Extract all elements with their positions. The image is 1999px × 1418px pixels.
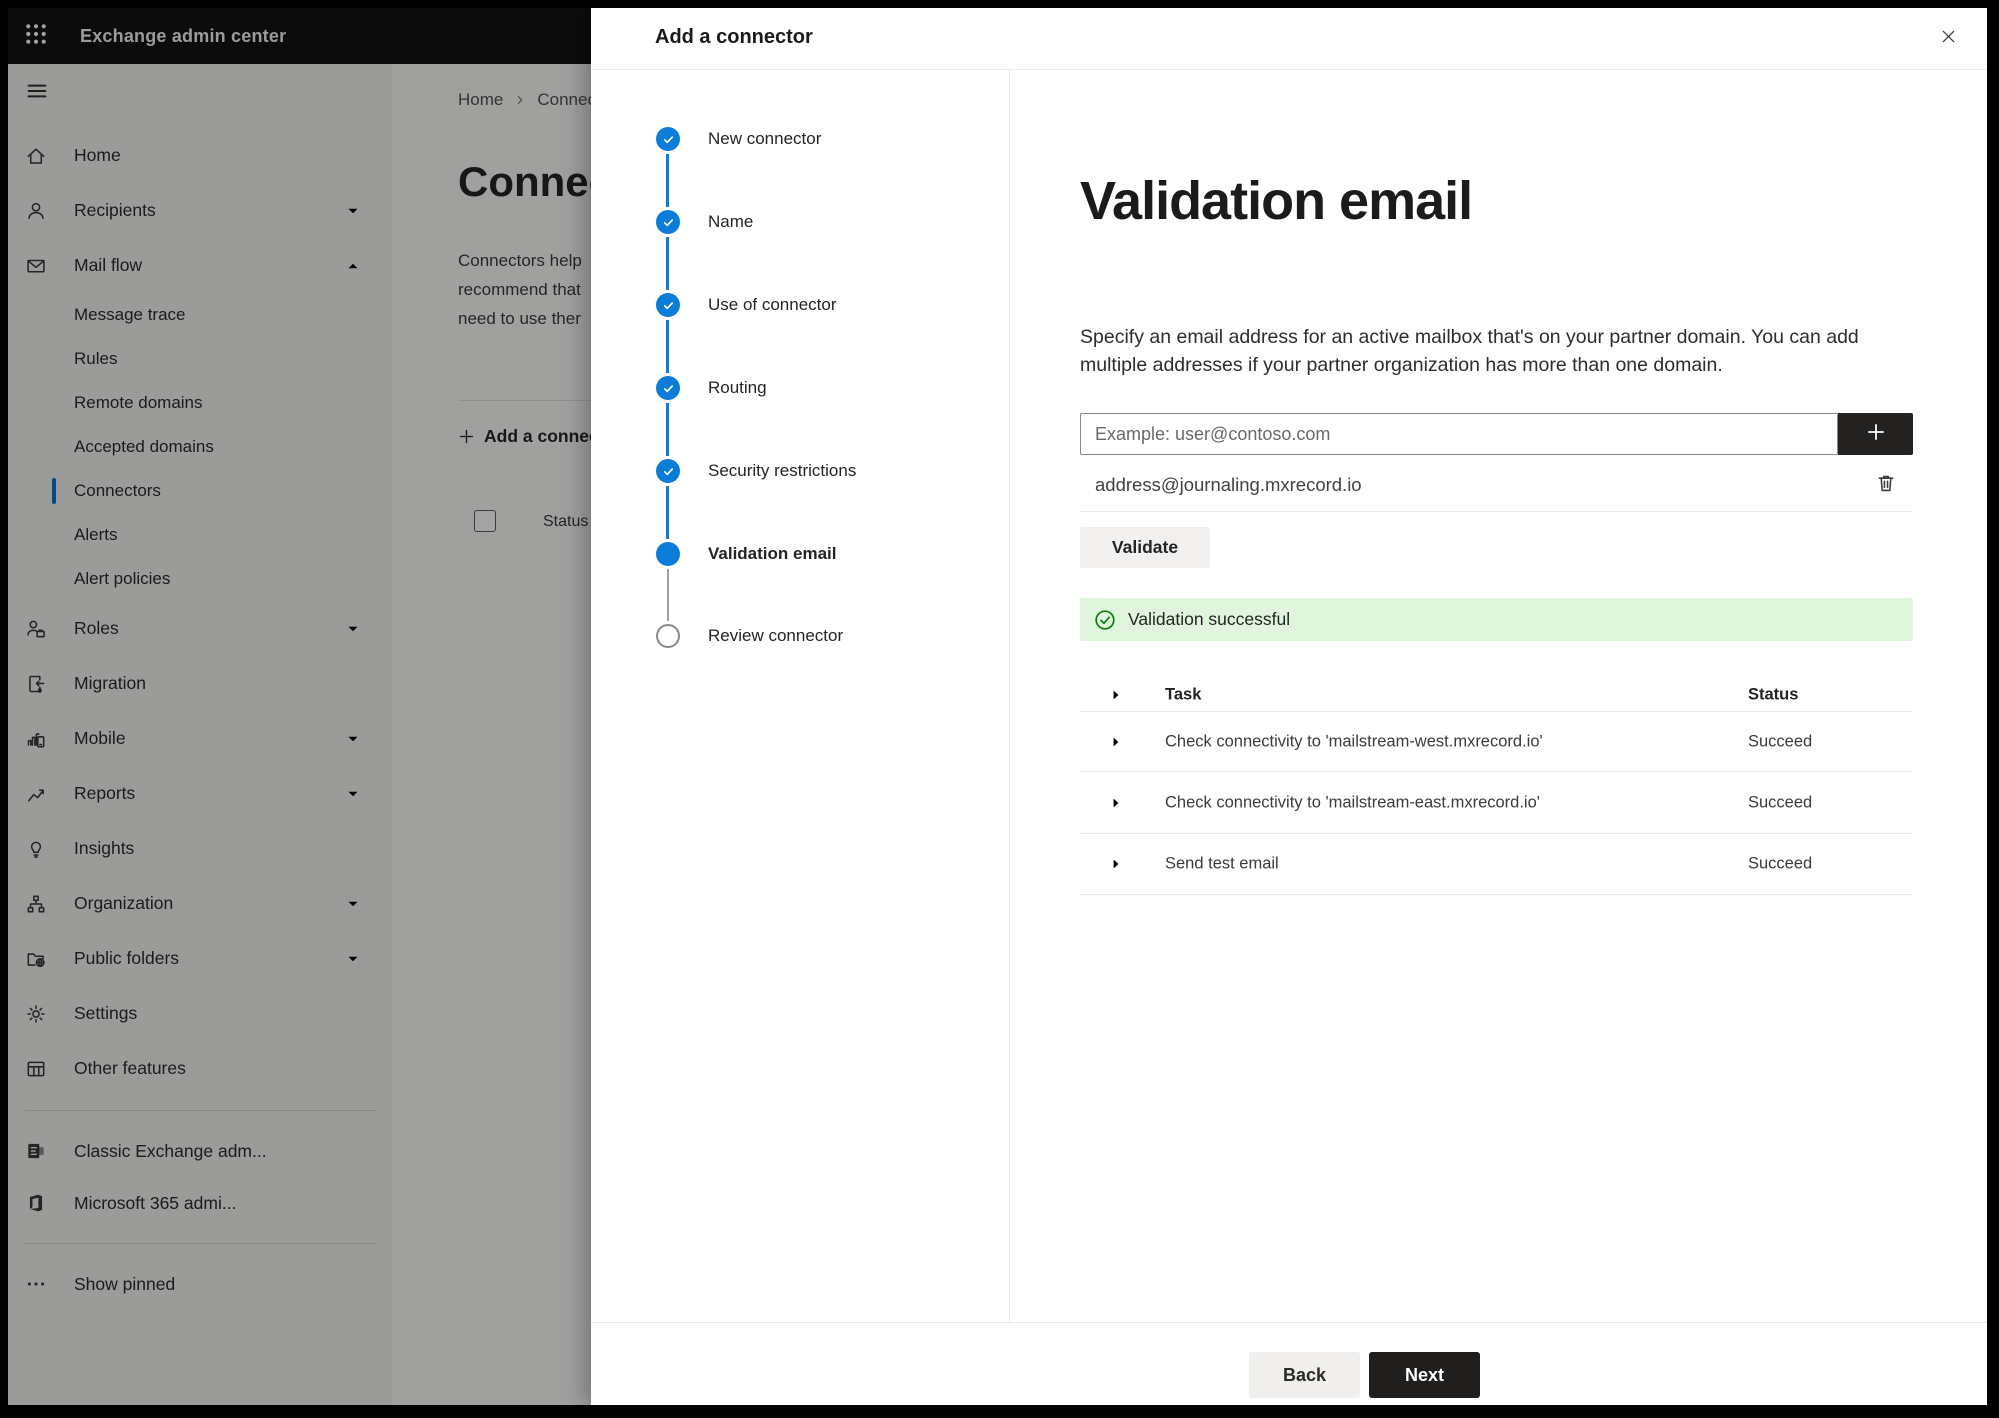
step-check-icon <box>656 293 680 317</box>
step-description: Specify an email address for an active m… <box>1080 323 1859 379</box>
add-connector-panel: Add a connector New connector Name Use o… <box>591 8 1987 1405</box>
task-column-header: Task <box>1165 685 1202 704</box>
wizard-step-security-restrictions[interactable]: Security restrictions <box>591 459 1009 483</box>
wizard-step-routing[interactable]: Routing <box>591 376 1009 400</box>
trash-icon <box>1874 471 1898 495</box>
validation-success-banner: Validation successful <box>1080 598 1913 641</box>
banner-text: Validation successful <box>1128 609 1291 629</box>
add-email-button[interactable] <box>1838 413 1913 455</box>
step-check-icon <box>656 459 680 483</box>
status-cell: Succeed <box>1748 854 1813 873</box>
validate-button[interactable]: Validate <box>1080 527 1210 568</box>
wizard-step-name[interactable]: Name <box>591 210 1009 234</box>
status-column-header: Status <box>1748 685 1799 704</box>
expand-row-chevron-icon[interactable] <box>1108 734 1124 750</box>
wizard-step-validation-email[interactable]: Validation email <box>591 542 1009 566</box>
close-icon <box>1939 27 1958 51</box>
step-connector-line <box>666 486 669 539</box>
step-heading: Validation email <box>1080 171 1473 231</box>
step-current-dot <box>656 542 680 566</box>
wizard-step-use-of-connector[interactable]: Use of connector <box>591 293 1009 317</box>
expand-row-chevron-icon[interactable] <box>1108 795 1124 811</box>
step-connector-line <box>666 320 669 373</box>
next-button[interactable]: Next <box>1369 1352 1480 1398</box>
table-row: Check connectivity to 'mailstream-west.m… <box>1080 712 1913 772</box>
success-check-icon <box>1094 609 1116 631</box>
step-connector-line <box>666 403 669 456</box>
step-check-icon <box>656 210 680 234</box>
step-description-line: multiple addresses if your partner organ… <box>1080 354 1723 376</box>
tasks-table-header: Task Status <box>1080 678 1913 712</box>
step-check-icon <box>656 376 680 400</box>
wizard-steps-nav: New connector Name Use of connector Rout… <box>591 70 1010 1322</box>
task-cell: Check connectivity to 'mailstream-west.m… <box>1165 732 1543 750</box>
panel-body: New connector Name Use of connector Rout… <box>591 70 1987 1322</box>
step-upcoming-dot <box>656 624 680 648</box>
task-cell: Send test email <box>1165 854 1279 873</box>
delete-address-button[interactable] <box>1874 471 1898 495</box>
status-cell: Succeed <box>1748 732 1813 750</box>
expand-row-chevron-icon[interactable] <box>1108 856 1124 872</box>
footer-divider <box>591 1322 1987 1323</box>
close-button[interactable] <box>1931 22 1965 56</box>
task-cell: Check connectivity to 'mailstream-east.m… <box>1165 793 1540 811</box>
email-address-input[interactable] <box>1080 413 1838 455</box>
wizard-step-new-connector[interactable]: New connector <box>591 127 1009 151</box>
divider <box>1080 511 1913 512</box>
panel-header: Add a connector <box>591 8 1987 70</box>
table-row: Check connectivity to 'mailstream-east.m… <box>1080 772 1913 834</box>
table-row: Send test email Succeed <box>1080 834 1913 895</box>
wizard-content: Validation email Specify an email addres… <box>1080 70 1913 1322</box>
step-connector-line <box>667 569 669 621</box>
status-cell: Succeed <box>1748 793 1813 811</box>
step-description-line: Specify an email address for an active m… <box>1080 326 1859 348</box>
plus-icon <box>1865 421 1887 448</box>
wizard-step-review-connector[interactable]: Review connector <box>591 624 1009 648</box>
back-button[interactable]: Back <box>1249 1352 1360 1398</box>
panel-title: Add a connector <box>655 26 813 48</box>
app-window: Exchange admin center Home Recipients Ma… <box>8 8 1987 1405</box>
step-connector-line <box>666 237 669 290</box>
chevron-right-icon[interactable] <box>1108 687 1124 703</box>
step-check-icon <box>656 127 680 151</box>
added-email-address: address@journaling.mxrecord.io <box>1095 474 1362 495</box>
step-connector-line <box>666 154 669 207</box>
